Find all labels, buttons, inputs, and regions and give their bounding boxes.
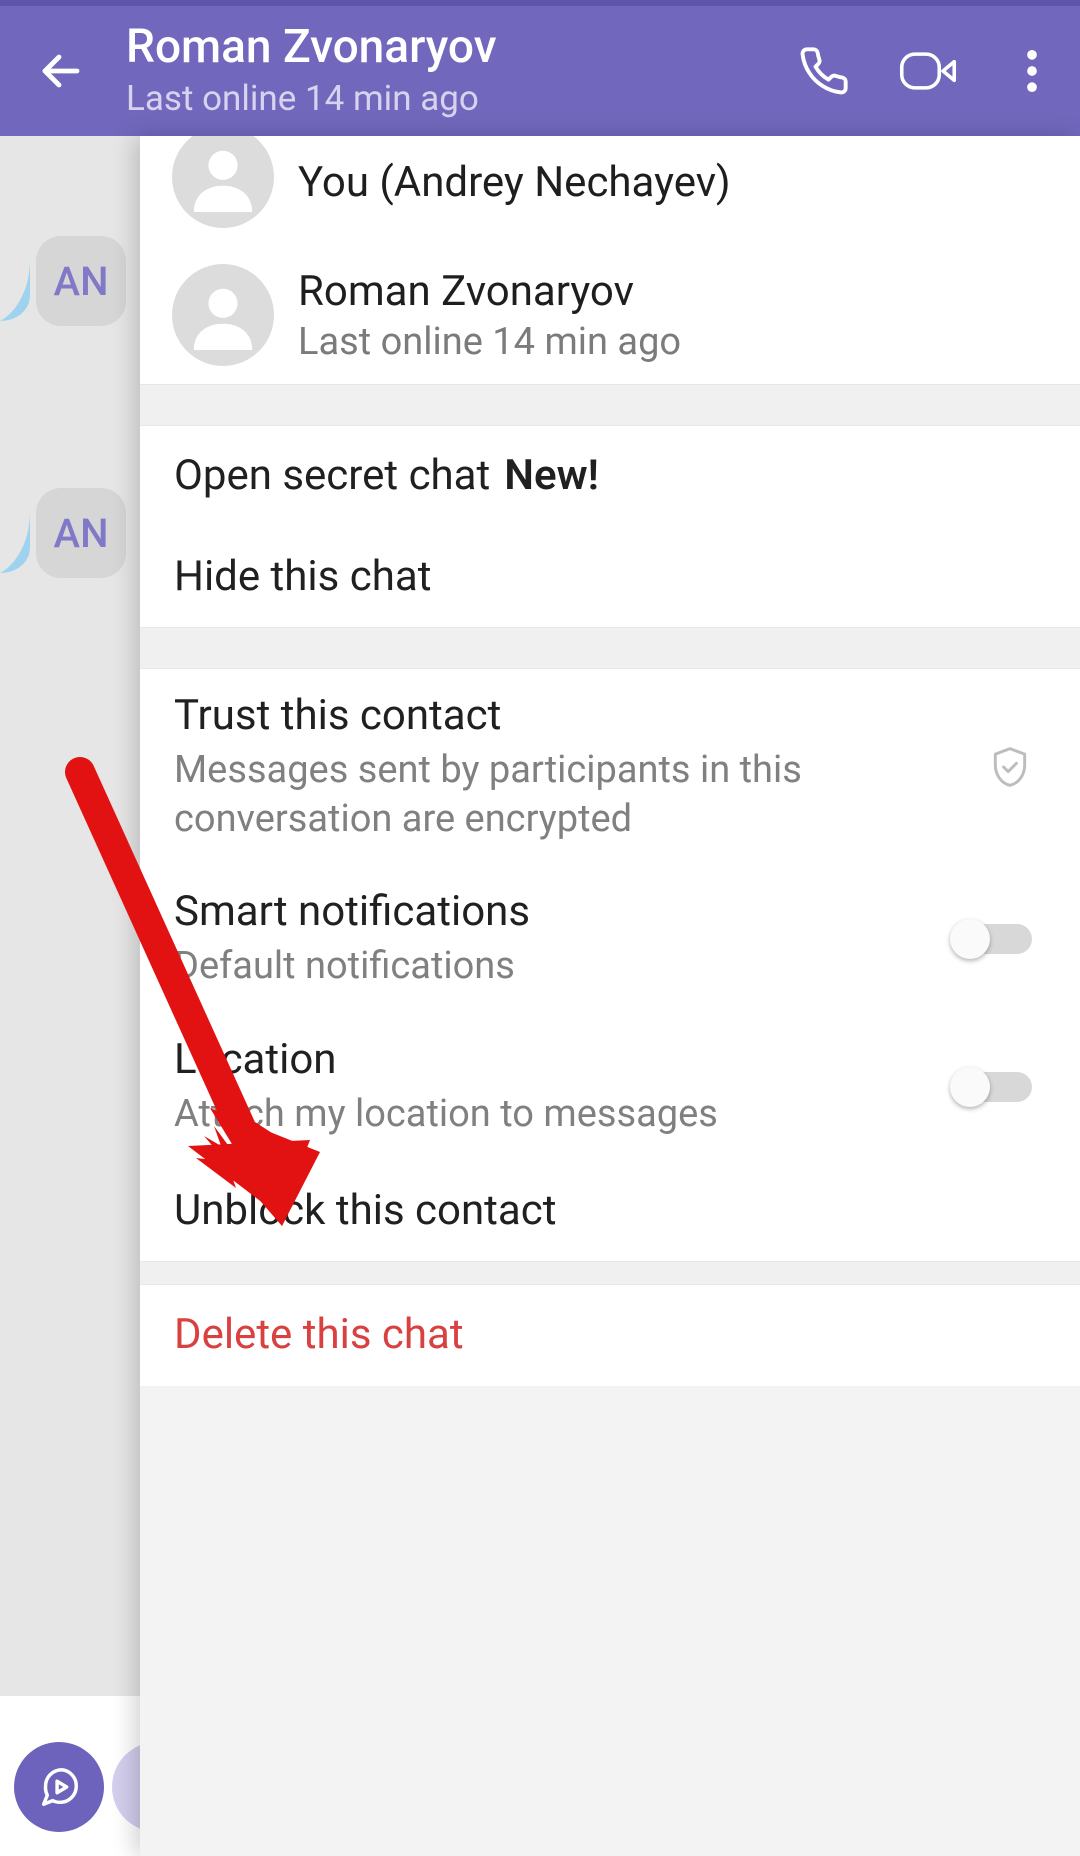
avatar-chip: AN bbox=[36, 236, 126, 326]
item-title: Location bbox=[174, 1035, 934, 1084]
chat-info-panel: You (Andrey Nechayev) Roman Zvonaryov La… bbox=[140, 136, 1080, 1856]
item-subtitle: Messages sent by participants in this co… bbox=[174, 746, 968, 843]
item-title: Delete this chat bbox=[174, 1309, 1024, 1362]
chat-subtitle: Last online 14 min ago bbox=[126, 78, 780, 119]
location-switch[interactable] bbox=[954, 1072, 1032, 1102]
bubble-tail-icon bbox=[0, 511, 30, 581]
menu-button[interactable] bbox=[1002, 41, 1062, 101]
avatar-chip: AN bbox=[36, 488, 126, 578]
bubble-tail-icon bbox=[0, 259, 30, 329]
chat-title: Roman Zvonaryov bbox=[126, 23, 780, 71]
compose-fab[interactable] bbox=[14, 1742, 104, 1832]
app-bar-titles: Roman Zvonaryov Last online 14 min ago bbox=[126, 23, 780, 118]
shield-check-icon bbox=[988, 745, 1032, 789]
person-icon bbox=[188, 280, 258, 350]
delete-chat[interactable]: Delete this chat bbox=[140, 1285, 1080, 1386]
item-label: Open secret chat bbox=[174, 450, 490, 503]
item-title: Unblock this contact bbox=[174, 1185, 1024, 1238]
video-call-button[interactable] bbox=[898, 41, 958, 101]
voice-call-button[interactable] bbox=[794, 41, 854, 101]
person-icon bbox=[188, 142, 258, 212]
item-subtitle: Attach my location to messages bbox=[174, 1090, 934, 1139]
participant-status: Last online 14 min ago bbox=[298, 320, 681, 364]
item-label: Hide this chat bbox=[174, 551, 1024, 604]
phone-icon bbox=[798, 45, 850, 97]
more-vertical-icon bbox=[1027, 50, 1037, 92]
participant-you[interactable]: You (Andrey Nechayev) bbox=[140, 136, 1080, 246]
item-subtitle: Default notifications bbox=[174, 942, 934, 991]
back-button[interactable] bbox=[26, 36, 96, 106]
trust-contact[interactable]: Trust this contact Messages sent by part… bbox=[140, 669, 1080, 865]
smart-notifications[interactable]: Smart notifications Default notification… bbox=[140, 865, 1080, 1013]
new-badge: New! bbox=[504, 450, 599, 503]
participant-name: You (Andrey Nechayev) bbox=[298, 158, 731, 207]
video-icon bbox=[898, 46, 958, 96]
location[interactable]: Location Attach my location to messages bbox=[140, 1013, 1080, 1161]
open-secret-chat[interactable]: Open secret chat New! bbox=[140, 426, 1080, 527]
item-title: Smart notifications bbox=[174, 887, 934, 936]
item-title: Trust this contact bbox=[174, 691, 968, 740]
smart-notifications-switch[interactable] bbox=[954, 924, 1032, 954]
chat-bubble-icon bbox=[36, 1764, 82, 1810]
app-bar: Roman Zvonaryov Last online 14 min ago bbox=[0, 6, 1080, 136]
avatar bbox=[172, 264, 274, 366]
arrow-left-icon bbox=[37, 47, 85, 95]
participant-name: Roman Zvonaryov bbox=[298, 267, 681, 316]
avatar bbox=[172, 136, 274, 228]
hide-chat[interactable]: Hide this chat bbox=[140, 527, 1080, 628]
participant-contact[interactable]: Roman Zvonaryov Last online 14 min ago bbox=[140, 246, 1080, 384]
unblock-contact[interactable]: Unblock this contact bbox=[140, 1161, 1080, 1262]
